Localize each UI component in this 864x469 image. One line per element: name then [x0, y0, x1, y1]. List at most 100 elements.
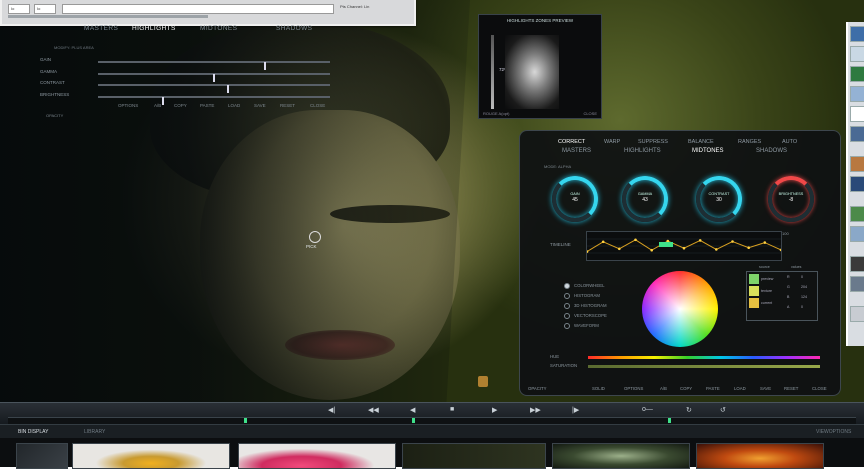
paste-button[interactable]: PASTE: [200, 103, 214, 108]
timeline-keyframe[interactable]: [731, 240, 734, 243]
strip-thumb[interactable]: [850, 86, 864, 102]
strip-thumb[interactable]: [850, 176, 864, 192]
gain-dial[interactable]: GAIN 45: [552, 176, 598, 222]
option-3d-histogram[interactable]: 3D HISTOGRAM: [564, 303, 607, 309]
timeline-keyframe[interactable]: [666, 239, 670, 243]
step-back-icon[interactable]: ◀: [410, 406, 415, 414]
subtab-shadows[interactable]: SHADOWS: [756, 148, 787, 154]
key-icon[interactable]: o—: [642, 406, 653, 413]
save-button[interactable]: SAVE: [760, 386, 771, 391]
options-button[interactable]: OPTIONS: [624, 386, 643, 391]
skip-start-icon[interactable]: ◀|: [328, 406, 335, 414]
preview-level-bar[interactable]: [491, 35, 494, 109]
strip-thumb[interactable]: [850, 156, 864, 172]
timeline-keyframe[interactable]: [715, 248, 718, 251]
paste-button[interactable]: PASTE: [706, 386, 720, 391]
top-window-scrollbar[interactable]: [8, 15, 208, 18]
bin-thumb[interactable]: [238, 443, 396, 469]
ab-button[interactable]: A/B: [660, 386, 667, 391]
trash-icon[interactable]: [478, 376, 488, 387]
gamma-slider[interactable]: GAMMA: [40, 69, 330, 82]
brightness-track[interactable]: [98, 96, 330, 105]
bin-thumb[interactable]: [402, 443, 546, 469]
color-wheel[interactable]: [642, 271, 718, 347]
tab-shadows[interactable]: SHADOWS: [276, 25, 312, 32]
options-button[interactable]: OPTIONS: [118, 103, 138, 108]
pick-target-icon[interactable]: [309, 231, 321, 243]
close-button[interactable]: CLOSE: [812, 386, 827, 391]
gain-slider[interactable]: GAIN: [40, 57, 330, 70]
strip-thumb[interactable]: [850, 226, 864, 242]
subtab-midtones[interactable]: MIDTONES: [692, 148, 724, 154]
top-window-slider[interactable]: [62, 4, 334, 14]
stop-icon[interactable]: ■: [450, 406, 454, 413]
load-button[interactable]: LOAD: [734, 386, 746, 391]
strip-thumb[interactable]: [850, 66, 864, 82]
load-button[interactable]: LOAD: [228, 103, 240, 108]
timeline-keyframe[interactable]: [698, 239, 702, 242]
solid-button[interactable]: SOLID: [592, 386, 605, 391]
tab-midtones[interactable]: MIDTONES: [200, 25, 237, 32]
strip-thumb[interactable]: [850, 46, 864, 62]
timeline-ruler[interactable]: [8, 417, 856, 424]
contrast-slider[interactable]: CONTRAST: [40, 80, 330, 93]
swatch-preview[interactable]: [749, 274, 759, 284]
timeline-marker[interactable]: [412, 418, 415, 423]
timeline-keyframe[interactable]: [650, 248, 653, 252]
reset-button[interactable]: RESET: [784, 386, 798, 391]
strip-thumb[interactable]: [850, 306, 864, 322]
library-tab[interactable]: LIBRARY: [84, 429, 105, 435]
saturation-slider[interactable]: [588, 365, 820, 368]
skip-end-icon[interactable]: |▶: [572, 406, 579, 414]
strip-thumb[interactable]: [850, 276, 864, 292]
timeline-keyframe[interactable]: [618, 247, 621, 251]
option-vectorscope[interactable]: VECTORSCOPE: [564, 313, 607, 319]
timeline-marker[interactable]: [244, 418, 247, 423]
option-histogram[interactable]: HISTOGRAM: [564, 293, 600, 299]
hue-slider[interactable]: [588, 356, 820, 359]
strip-thumb[interactable]: [850, 106, 864, 122]
strip-thumb[interactable]: [850, 256, 864, 272]
step-forward-icon[interactable]: ▶▶: [530, 406, 541, 414]
tab-correct[interactable]: CORRECT: [558, 139, 585, 145]
bin-thumb[interactable]: [552, 443, 690, 469]
bin-thumb[interactable]: [16, 443, 68, 469]
timeline-keyframe[interactable]: [682, 246, 686, 250]
gamma-dial[interactable]: GAMMA 43: [622, 176, 668, 222]
gamma-track[interactable]: [98, 73, 330, 82]
timeline-keyframe[interactable]: [634, 238, 637, 242]
option-waveform[interactable]: WAVEFORM: [564, 323, 599, 329]
reset-button[interactable]: RESET: [280, 103, 295, 108]
strip-thumb[interactable]: [850, 206, 864, 222]
bin-display-tab[interactable]: BIN DISPLAY: [18, 429, 48, 435]
ab-button[interactable]: A/B: [154, 103, 161, 108]
copy-button[interactable]: COPY: [680, 386, 692, 391]
timeline-marker[interactable]: [668, 418, 671, 423]
brightness-slider[interactable]: BRIGHTNESS: [40, 92, 330, 105]
tab-ranges[interactable]: RANGES: [738, 139, 761, 145]
swatch-current[interactable]: [749, 298, 759, 308]
save-button[interactable]: SAVE: [254, 103, 266, 108]
tab-highlights[interactable]: HIGHLIGHTS: [132, 25, 176, 32]
tab-masters[interactable]: MASTERS: [84, 25, 118, 32]
play-icon[interactable]: ▶: [492, 406, 497, 414]
subtab-highlights[interactable]: HIGHLIGHTS: [624, 148, 661, 154]
field-2[interactable]: Io: [34, 4, 56, 14]
view-options-button[interactable]: VIEWOPTIONS: [816, 429, 851, 435]
loop-icon[interactable]: ↻: [686, 406, 692, 414]
timeline-graph[interactable]: [586, 231, 782, 261]
strip-thumb[interactable]: [850, 26, 864, 42]
contrast-track[interactable]: [98, 84, 330, 93]
brightness-dial[interactable]: BRIGHTNESS -8: [768, 176, 814, 222]
tab-balance[interactable]: BALANCE: [688, 139, 714, 145]
bin-thumb[interactable]: [696, 443, 824, 469]
subtab-masters[interactable]: MASTERS: [562, 148, 591, 154]
bin-thumb[interactable]: [72, 443, 230, 469]
tab-auto[interactable]: AUTO: [782, 139, 797, 145]
option-colorwheel[interactable]: COLORWHEEL: [564, 283, 604, 289]
timeline-keyframe[interactable]: [601, 240, 605, 244]
contrast-dial[interactable]: CONTRAST 30: [696, 176, 742, 222]
copy-button[interactable]: COPY: [174, 103, 187, 108]
tab-warp[interactable]: WARP: [604, 139, 620, 145]
tab-suppress[interactable]: SUPPRESS: [638, 139, 668, 145]
